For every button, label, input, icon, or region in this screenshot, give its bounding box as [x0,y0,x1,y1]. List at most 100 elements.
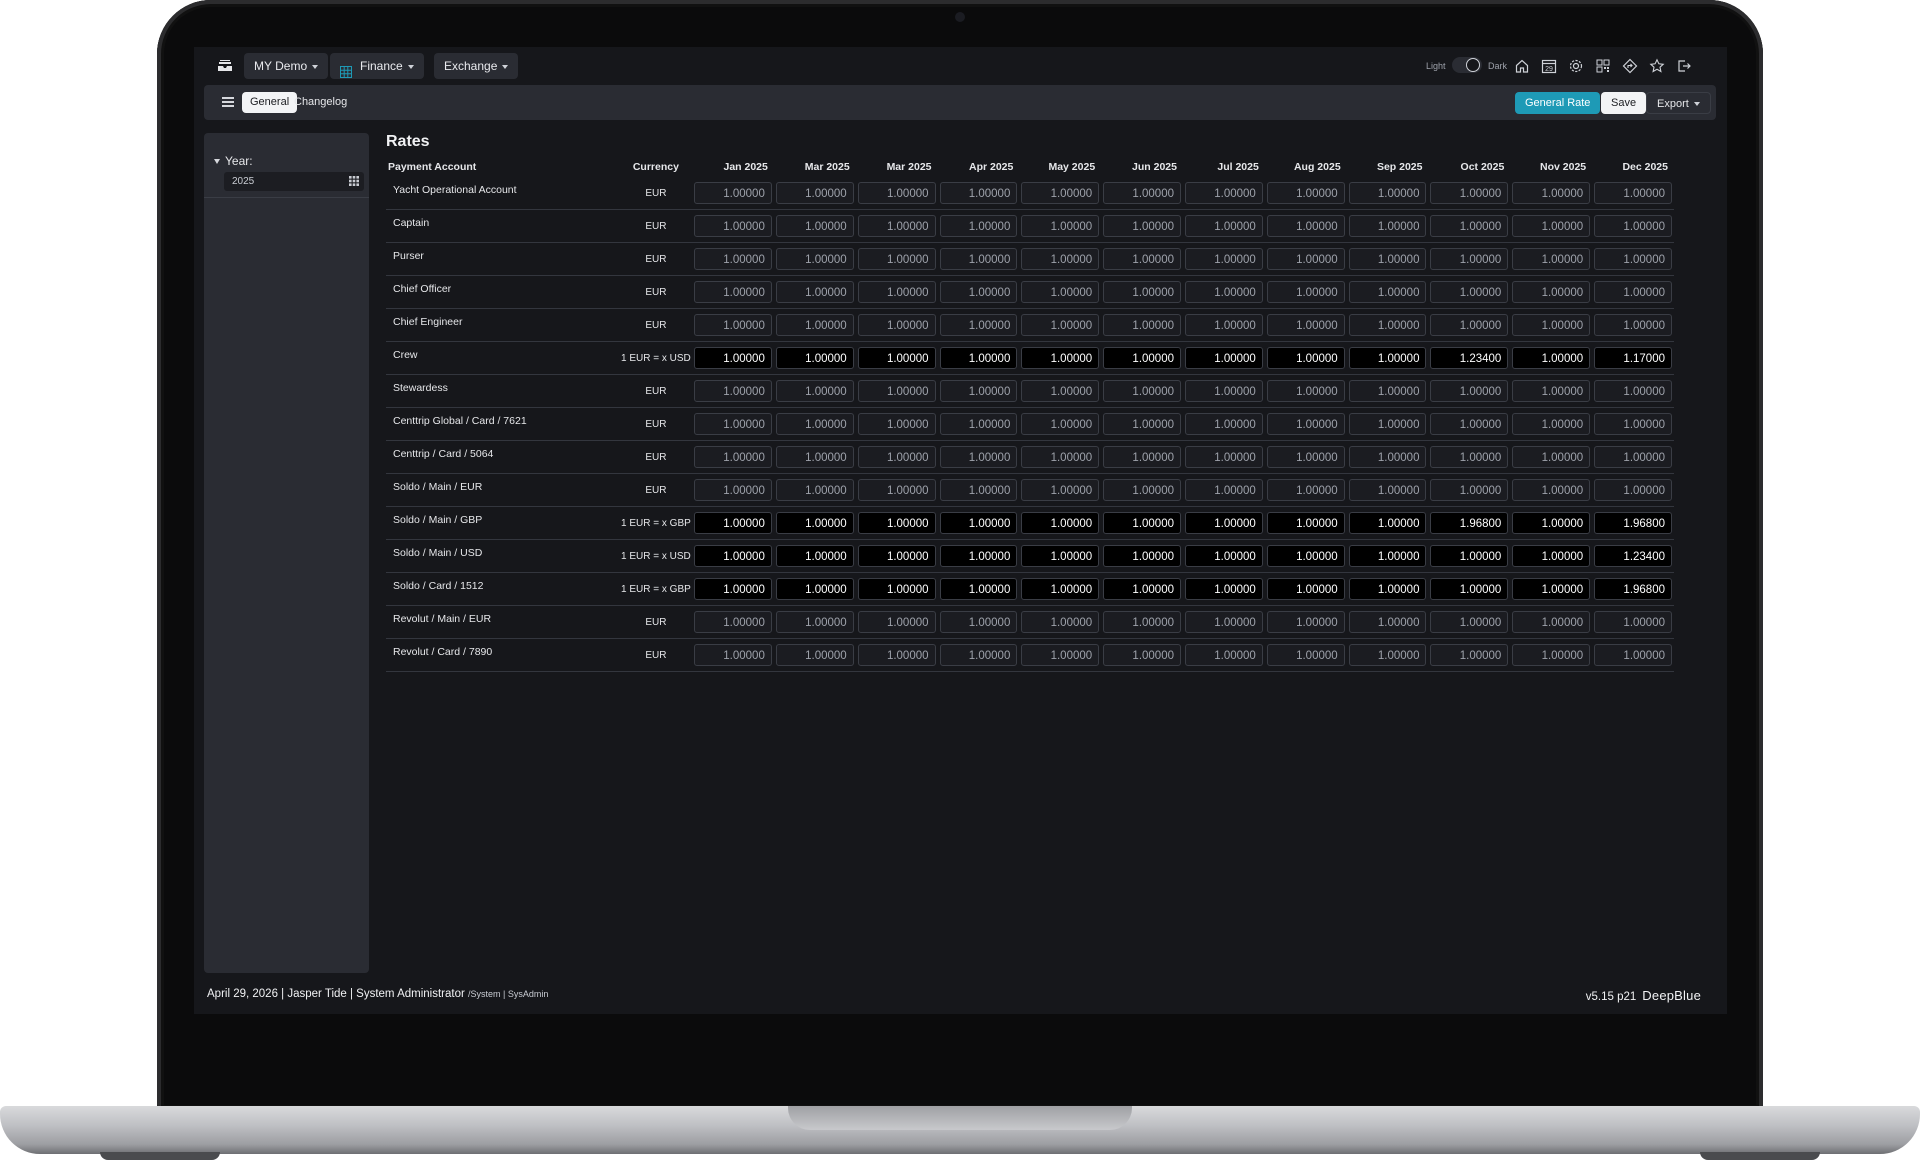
rate-input[interactable]: 1.00000 [857,512,936,534]
rate-input[interactable]: 1.00000 [694,248,772,270]
rate-input[interactable]: 1.23400 [1594,545,1672,567]
rate-input[interactable]: 1.00000 [775,512,854,534]
rate-input[interactable]: 1.00000 [1185,479,1263,501]
rate-input[interactable]: 1.00000 [775,314,854,336]
rate-input[interactable]: 1.00000 [1348,314,1427,336]
rate-input[interactable]: 1.00000 [1021,611,1100,633]
rate-input[interactable]: 1.00000 [1266,281,1345,303]
rate-input[interactable]: 1.00000 [857,611,936,633]
rate-input[interactable]: 1.00000 [1348,248,1427,270]
rate-input[interactable]: 1.96800 [1430,512,1509,534]
rate-input[interactable]: 1.00000 [1266,644,1345,666]
rate-input[interactable]: 1.00000 [1348,215,1427,237]
rate-input[interactable]: 1.00000 [1430,545,1509,567]
rate-input[interactable]: 1.00000 [1512,281,1591,303]
rate-input[interactable]: 1.17000 [1594,347,1672,369]
rate-input[interactable]: 1.00000 [694,479,772,501]
rate-input[interactable]: 1.00000 [939,479,1018,501]
rate-input[interactable]: 1.00000 [1430,644,1509,666]
gear-icon[interactable] [1568,58,1584,74]
rate-input[interactable]: 1.00000 [1021,446,1100,468]
rate-input[interactable]: 1.00000 [939,578,1018,600]
rate-input[interactable]: 1.00000 [1103,479,1181,501]
rate-input[interactable]: 1.00000 [1512,215,1591,237]
rate-input[interactable]: 1.00000 [939,611,1018,633]
rate-input[interactable]: 1.00000 [1185,545,1263,567]
rate-input[interactable]: 1.00000 [1185,182,1263,204]
rate-input[interactable]: 1.00000 [1348,512,1427,534]
rate-input[interactable]: 1.00000 [1185,215,1263,237]
rate-input[interactable]: 1.23400 [1430,347,1509,369]
rate-input[interactable]: 1.00000 [1266,479,1345,501]
rate-input[interactable]: 1.00000 [939,380,1018,402]
rate-input[interactable]: 1.00000 [857,281,936,303]
theme-toggle[interactable] [1452,57,1482,73]
rate-input[interactable]: 1.00000 [1021,545,1100,567]
column-header-month[interactable]: Aug 2025 [1265,157,1347,177]
section-dropdown[interactable]: Exchange [434,53,519,79]
rate-input[interactable]: 1.00000 [694,314,772,336]
rate-input[interactable]: 1.00000 [1103,611,1181,633]
rate-input[interactable]: 1.00000 [939,413,1018,435]
rate-input[interactable]: 1.00000 [1512,413,1591,435]
rate-input[interactable]: 1.00000 [1185,314,1263,336]
column-header-month[interactable]: Dec 2025 [1592,157,1674,177]
rate-input[interactable]: 1.00000 [939,215,1018,237]
rate-input[interactable]: 1.00000 [1021,314,1100,336]
rate-input[interactable]: 1.00000 [1103,644,1181,666]
rate-input[interactable]: 1.00000 [775,413,854,435]
rate-input[interactable]: 1.00000 [694,512,772,534]
rate-input[interactable]: 1.00000 [1021,479,1100,501]
rate-input[interactable]: 1.00000 [1103,281,1181,303]
rate-input[interactable]: 1.00000 [939,446,1018,468]
rate-input[interactable]: 1.00000 [857,380,936,402]
rate-input[interactable]: 1.00000 [694,446,772,468]
rate-input[interactable]: 1.00000 [857,248,936,270]
rate-input[interactable]: 1.00000 [1348,545,1427,567]
rate-input[interactable]: 1.00000 [1185,347,1263,369]
rate-input[interactable]: 1.00000 [694,182,772,204]
rate-input[interactable]: 1.00000 [857,644,936,666]
rate-input[interactable]: 1.00000 [1512,512,1591,534]
rate-input[interactable]: 1.00000 [1430,281,1509,303]
year-input[interactable]: 2025 [224,172,364,191]
rate-input[interactable]: 1.00000 [1512,347,1591,369]
rate-input[interactable]: 1.00000 [775,545,854,567]
column-header-month[interactable]: Mar 2025 [856,157,938,177]
rate-input[interactable]: 1.00000 [1266,248,1345,270]
rate-input[interactable]: 1.00000 [1185,644,1263,666]
rate-input[interactable]: 1.00000 [1103,578,1181,600]
rate-input[interactable]: 1.00000 [1103,314,1181,336]
directions-icon[interactable] [1622,58,1638,74]
rate-input[interactable]: 1.00000 [1512,578,1591,600]
rate-input[interactable]: 1.00000 [857,479,936,501]
rate-input[interactable]: 1.00000 [1185,248,1263,270]
rate-input[interactable]: 1.00000 [1348,347,1427,369]
rate-input[interactable]: 1.00000 [1348,611,1427,633]
rate-input[interactable]: 1.00000 [857,215,936,237]
rate-input[interactable]: 1.00000 [775,479,854,501]
rate-input[interactable]: 1.00000 [1103,413,1181,435]
rate-input[interactable]: 1.00000 [939,248,1018,270]
rate-input[interactable]: 1.00000 [1021,215,1100,237]
rate-input[interactable]: 1.00000 [1512,182,1591,204]
rate-input[interactable]: 1.00000 [1430,611,1509,633]
rate-input[interactable]: 1.00000 [939,644,1018,666]
rate-input[interactable]: 1.00000 [775,182,854,204]
column-header-month[interactable]: Jul 2025 [1183,157,1265,177]
rate-input[interactable]: 1.00000 [1594,281,1672,303]
rate-input[interactable]: 1.00000 [694,281,772,303]
rate-input[interactable]: 1.00000 [1185,446,1263,468]
column-header-month[interactable]: Nov 2025 [1510,157,1592,177]
column-header-month[interactable]: Apr 2025 [938,157,1020,177]
rate-input[interactable]: 1.00000 [857,545,936,567]
rate-input[interactable]: 1.00000 [1512,611,1591,633]
rate-input[interactable]: 1.00000 [1348,281,1427,303]
rate-input[interactable]: 1.00000 [857,182,936,204]
rate-input[interactable]: 1.00000 [939,314,1018,336]
rate-input[interactable]: 1.00000 [1594,446,1672,468]
rate-input[interactable]: 1.00000 [1512,248,1591,270]
year-filter-toggle[interactable]: Year: [214,154,253,168]
rate-input[interactable]: 1.00000 [694,578,772,600]
rate-input[interactable]: 1.00000 [1185,512,1263,534]
